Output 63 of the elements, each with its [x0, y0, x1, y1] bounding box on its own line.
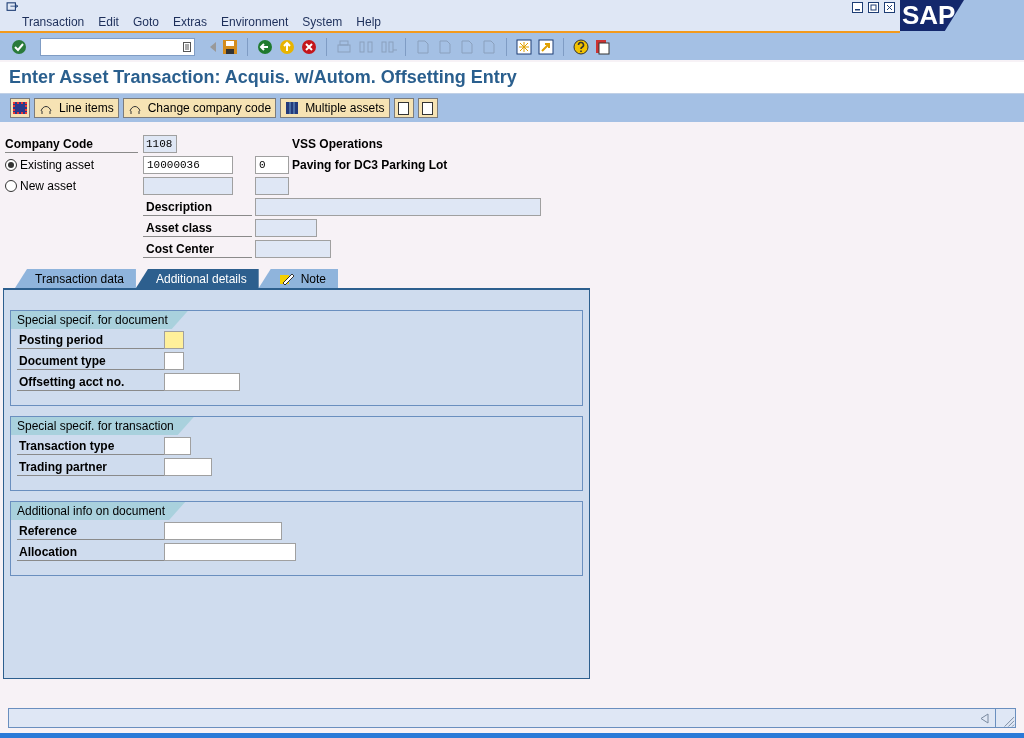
command-field[interactable] — [40, 37, 195, 56]
menu-item[interactable]: Edit — [98, 13, 119, 31]
page-title: Enter Asset Transaction: Acquis. w/Autom. Offsetting Entry — [9, 66, 517, 89]
sub-number-field[interactable]: 0 — [255, 156, 289, 174]
tab[interactable]: Note — [258, 269, 339, 288]
asset-description: Paving for DC3 Parking Lot — [292, 157, 448, 174]
caret-icon[interactable] — [209, 40, 217, 53]
input-field[interactable] — [164, 331, 184, 349]
restore-icon[interactable] — [868, 2, 879, 13]
sub-number-field[interactable] — [255, 177, 289, 195]
readonly-field[interactable] — [255, 198, 541, 216]
toolbar-button[interactable]: Change company code — [122, 98, 277, 118]
resize-grip-icon[interactable] — [995, 709, 1015, 727]
menu-item[interactable]: System — [302, 13, 343, 31]
input-field[interactable] — [164, 458, 212, 476]
input-field[interactable] — [164, 522, 282, 540]
menu-item[interactable]: Extras — [172, 13, 207, 31]
menu-item[interactable]: Environment — [220, 13, 289, 31]
company-name: VSS Operations — [292, 136, 383, 153]
radio-label[interactable]: New asset — [20, 177, 77, 195]
group-title: Additional info on document — [11, 502, 186, 520]
save-icon[interactable] — [221, 37, 239, 56]
sap-logo: SAP — [900, 0, 964, 31]
input-field[interactable] — [164, 543, 296, 561]
readonly-field[interactable] — [255, 219, 317, 237]
menu-item[interactable]: Goto — [132, 13, 159, 31]
field-label: Asset class — [143, 219, 252, 237]
close-icon[interactable] — [884, 2, 895, 13]
toolbar-button[interactable]: Multiple assets — [280, 98, 390, 118]
radio-button[interactable] — [5, 180, 17, 192]
menu-item[interactable]: Help — [356, 13, 382, 31]
field-label: Company Code — [5, 135, 138, 153]
cancel-icon[interactable] — [300, 37, 318, 56]
left-arrow-icon[interactable] — [980, 712, 989, 724]
group-title: Special specif. for transaction — [11, 417, 194, 435]
layout-icon[interactable] — [594, 37, 612, 56]
asset-number-field[interactable]: 10000036 — [143, 156, 233, 174]
shortcut-icon[interactable] — [537, 37, 555, 56]
dropdown-icon[interactable] — [183, 41, 191, 52]
group-title: Special specif. for document — [11, 311, 188, 329]
back-icon[interactable] — [256, 37, 274, 56]
asset-number-field[interactable] — [143, 177, 233, 195]
tab[interactable]: Transaction data — [15, 269, 136, 288]
input-field[interactable] — [164, 352, 184, 370]
readonly-field[interactable] — [255, 240, 331, 258]
tab[interactable]: Additional details — [135, 269, 259, 288]
radio-button[interactable] — [5, 159, 17, 171]
field-label: Cost Center — [143, 240, 252, 258]
new-window-icon[interactable] — [515, 37, 533, 56]
minimize-icon[interactable] — [852, 2, 863, 13]
tool-icon — [285, 101, 300, 115]
settings-grid-button[interactable] — [10, 98, 30, 118]
menu-item[interactable]: Transaction — [22, 13, 85, 31]
company-code-field[interactable]: 1108 — [143, 135, 177, 153]
input-field[interactable] — [164, 437, 191, 455]
help-icon[interactable] — [572, 37, 590, 56]
check-icon[interactable] — [10, 37, 28, 56]
radio-label[interactable]: Existing asset — [20, 156, 95, 174]
input-field[interactable] — [164, 373, 240, 391]
toolbar-button[interactable]: Line items — [34, 98, 119, 118]
menu-icon[interactable] — [5, 2, 20, 12]
print-icon[interactable] — [335, 37, 353, 56]
field-label: Description — [143, 198, 252, 216]
